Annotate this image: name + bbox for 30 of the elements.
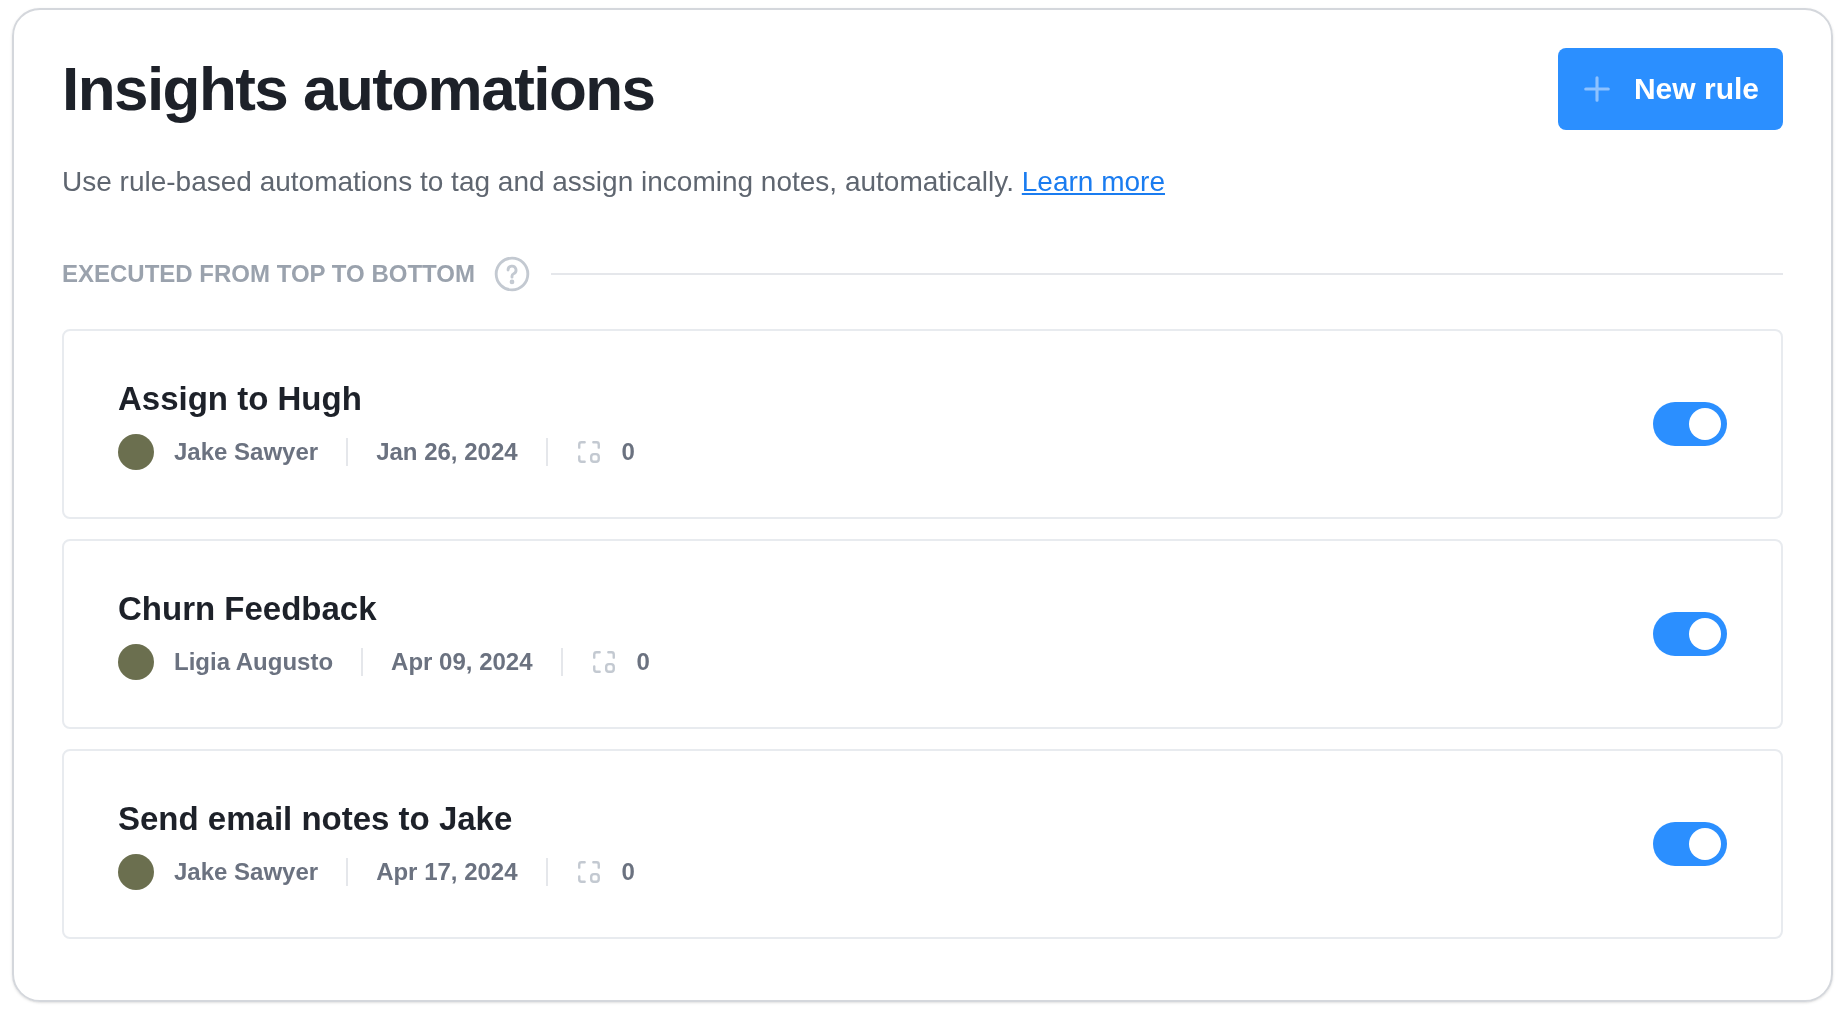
rule-name: Assign to Hugh bbox=[118, 379, 363, 420]
learn-more-link[interactable]: Learn more bbox=[1021, 166, 1165, 197]
author-name: Ligia Augusto bbox=[174, 646, 334, 677]
avatar bbox=[118, 853, 154, 890]
avatar bbox=[118, 643, 154, 680]
toggle-switch[interactable] bbox=[1653, 402, 1727, 446]
page-title: Insights automations bbox=[62, 53, 655, 125]
linked-items-icon bbox=[590, 648, 617, 675]
linked-items-icon bbox=[575, 858, 602, 885]
toggle-switch[interactable] bbox=[1653, 822, 1727, 866]
author-name: Jake Sawyer bbox=[174, 436, 319, 467]
linked-count: 0 bbox=[621, 436, 635, 467]
toggle-switch[interactable] bbox=[1653, 612, 1727, 656]
rule-name: Churn Feedback bbox=[118, 589, 378, 630]
author-name: Jake Sawyer bbox=[174, 856, 319, 887]
avatar bbox=[118, 433, 154, 470]
plus-icon bbox=[1581, 73, 1612, 104]
linked-count: 0 bbox=[636, 646, 650, 677]
help-icon[interactable] bbox=[492, 255, 531, 293]
linked-items-icon bbox=[575, 438, 602, 465]
rule-card[interactable]: Churn Feedback Ligia Augusto Apr 09, 2024 0 bbox=[62, 539, 1783, 729]
rule-card[interactable]: Send email notes to Jake Jake Sawyer Apr 17, 2024 0 bbox=[62, 749, 1783, 939]
section-heading: EXECUTED FROM TOP TO BOTTOM bbox=[62, 259, 475, 289]
rule-date: Jan 26, 2024 bbox=[376, 436, 518, 467]
rule-date: Apr 09, 2024 bbox=[391, 646, 533, 677]
rule-date: Apr 17, 2024 bbox=[376, 856, 518, 887]
linked-count: 0 bbox=[621, 856, 635, 887]
rule-card[interactable]: Assign to Hugh Jake Sawyer Jan 26, 2024 0 bbox=[62, 329, 1783, 519]
rule-name: Send email notes to Jake bbox=[118, 799, 514, 840]
description-text: Use rule-based automations to tag and assign incoming notes, automatically. Learn more bbox=[62, 165, 1166, 199]
